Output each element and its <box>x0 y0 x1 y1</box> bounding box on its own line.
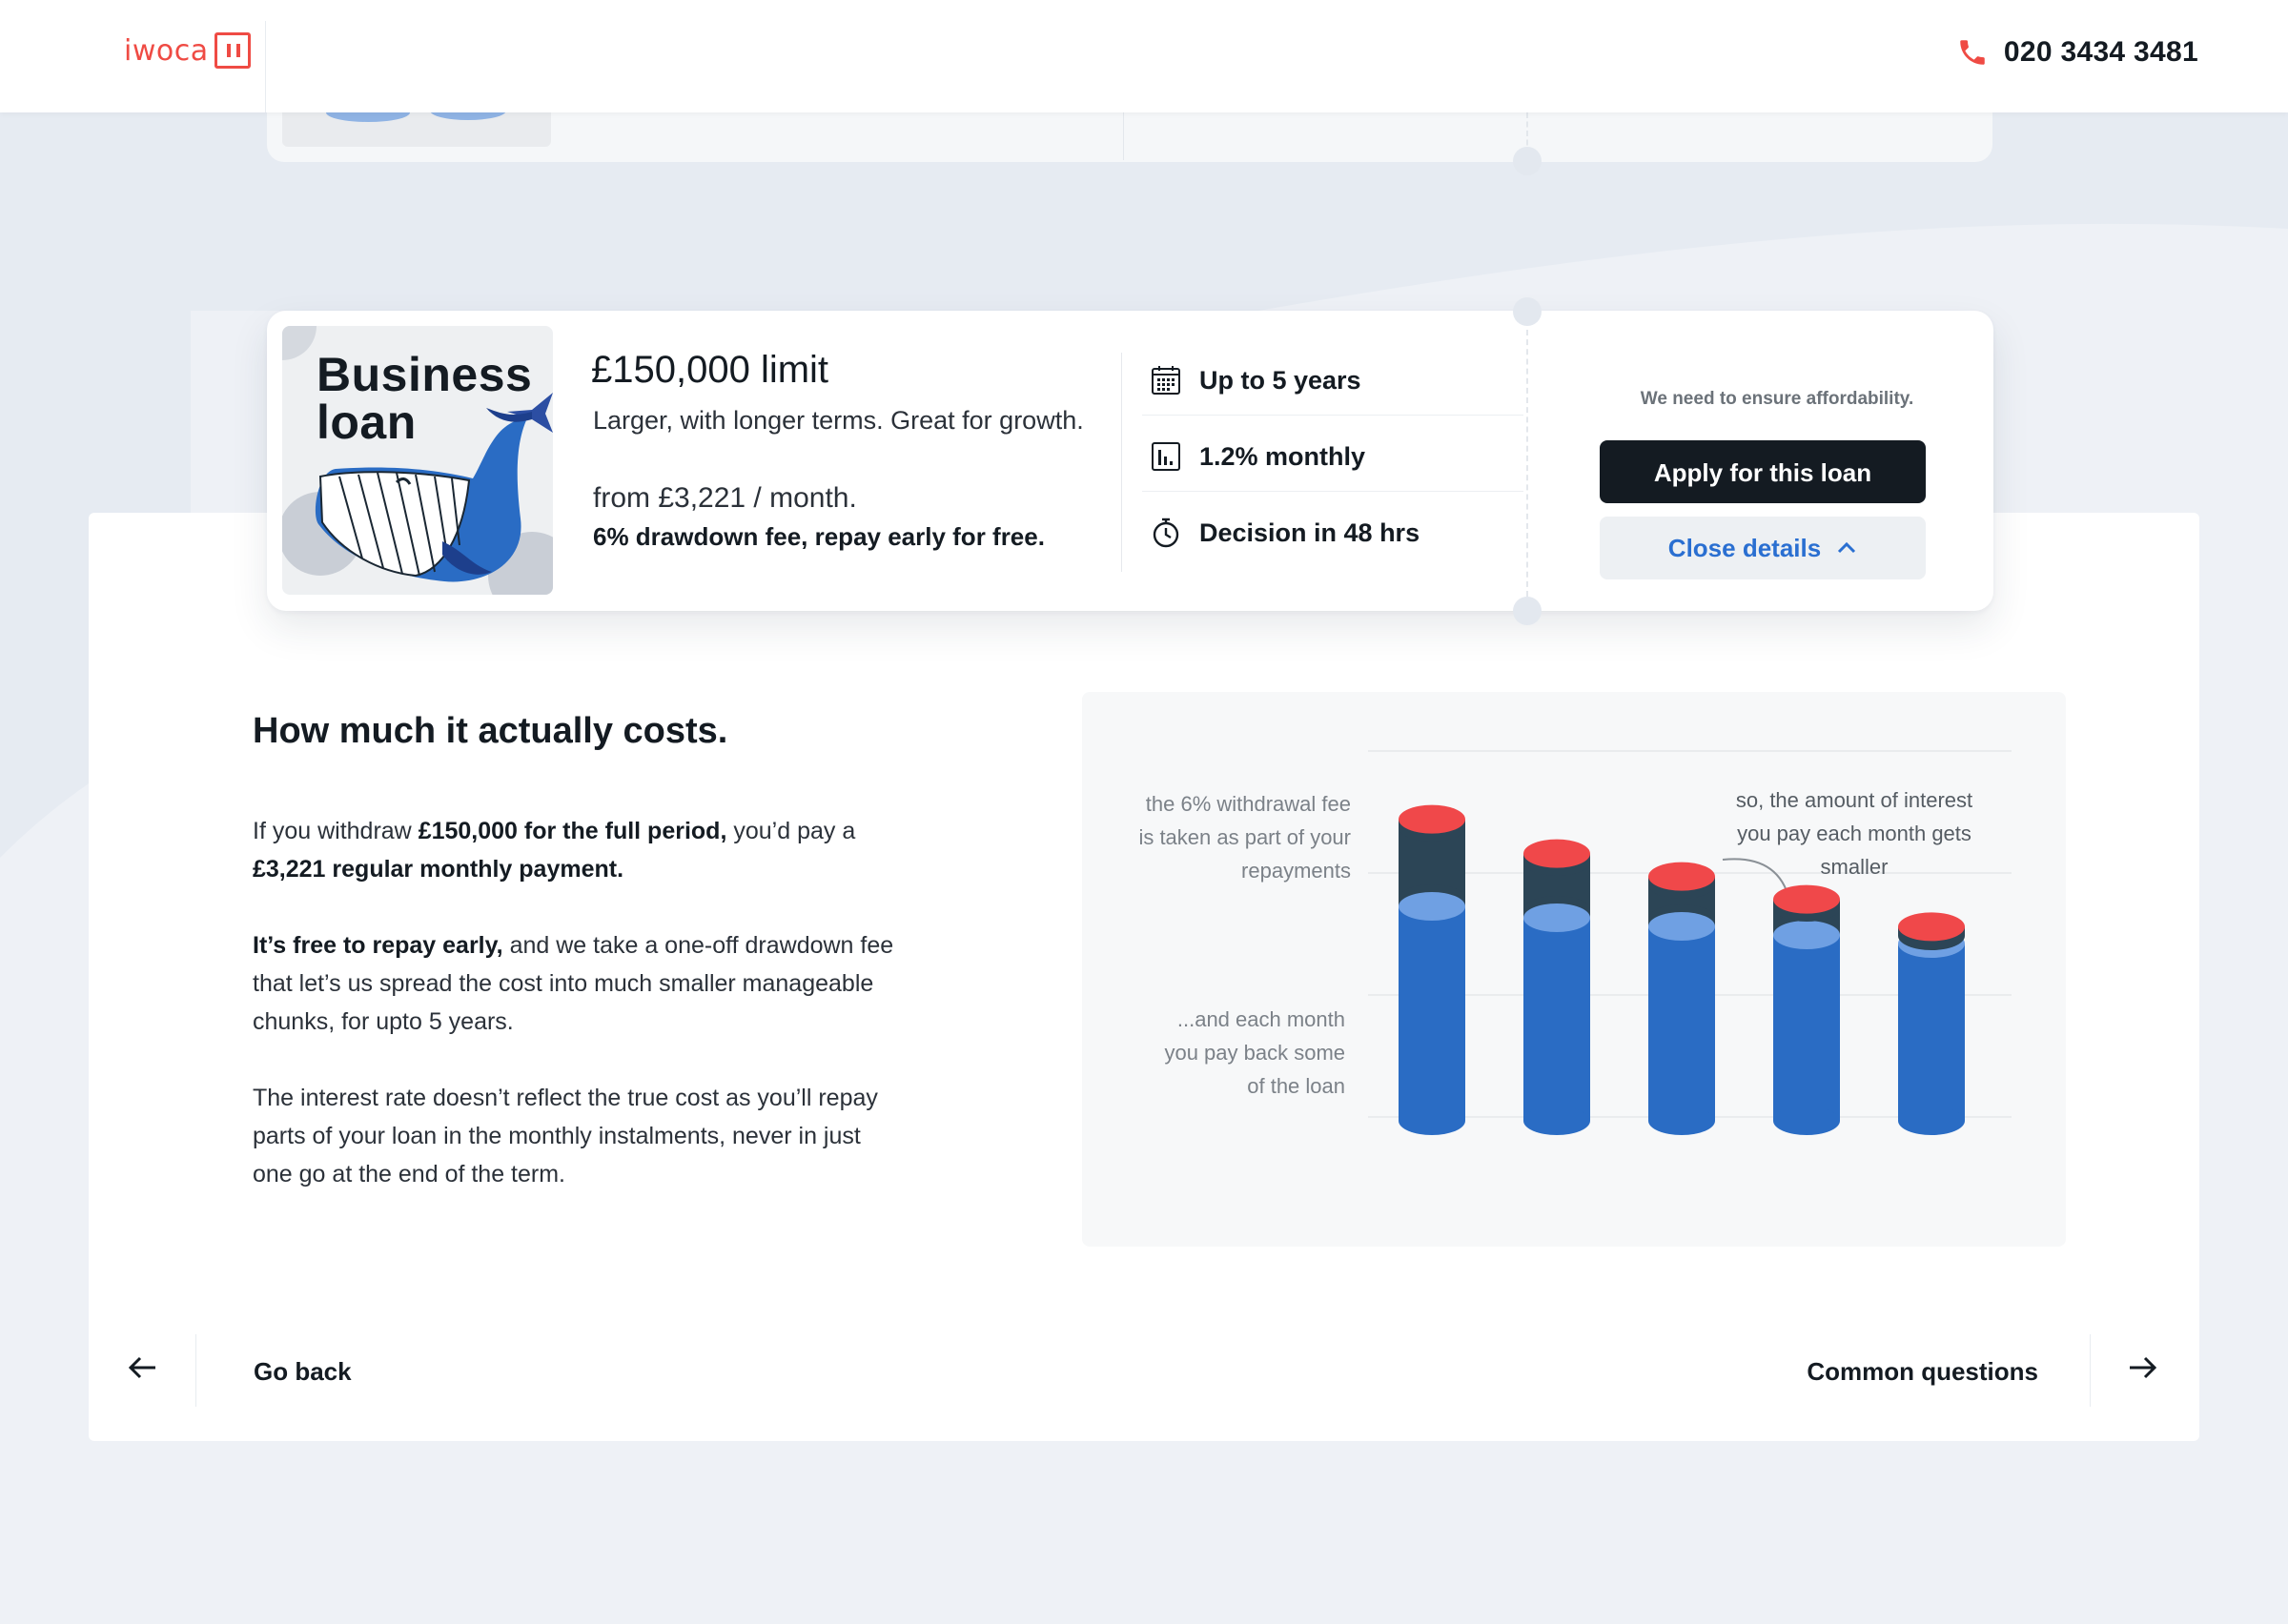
repayment-chart: the 6% withdrawal fee is taken as part of… <box>1082 692 2066 1247</box>
monthly-price: from £3,221 / month. <box>593 482 857 514</box>
principal-base <box>1898 1106 1965 1135</box>
ticket-notch <box>1513 147 1542 175</box>
principal-segment <box>1399 906 1465 1121</box>
go-back-nav[interactable]: Go back <box>89 1334 1042 1407</box>
note-principal: ...and each month you pay back some of the… <box>1164 1007 1345 1098</box>
interest-top <box>1523 839 1590 868</box>
common-questions-link[interactable]: Common questions <box>1807 1357 2038 1387</box>
iwoca-logo[interactable]: iwoca <box>124 32 251 69</box>
phone-number: 020 3434 3481 <box>2003 36 2198 68</box>
note-fee: the 6% withdrawal fee is taken as part of… <box>1138 792 1351 883</box>
phone-icon <box>1960 40 1985 65</box>
feature-term: Up to 5 years <box>1150 364 1361 396</box>
calendar-icon <box>1152 366 1180 395</box>
costs-heading: How much it actually costs. <box>253 711 728 751</box>
principal-segment <box>1773 935 1840 1121</box>
interest-top <box>1773 884 1840 914</box>
costs-paragraph-2: It’s free to repay early, and we take a … <box>253 932 894 1035</box>
chart-icon <box>1152 442 1180 471</box>
principal-base <box>1399 1106 1465 1135</box>
principal-base <box>1773 1106 1840 1135</box>
feature-rate: 1.2% monthly <box>1150 440 1365 473</box>
principal-base <box>1523 1106 1590 1135</box>
feature-decision: Decision in 48 hrs <box>1150 517 1420 549</box>
principal-segment <box>1648 926 1715 1121</box>
principal-base <box>1648 1106 1715 1135</box>
affordability-note: We need to ensure affordability. <box>1640 389 1914 409</box>
arrow-right-icon[interactable] <box>2126 1351 2158 1384</box>
principal-segment <box>1523 918 1590 1121</box>
principal-top <box>1399 892 1465 921</box>
phone-link[interactable]: 020 3434 3481 <box>1956 36 2198 69</box>
ticket-notch-top <box>1513 297 1542 326</box>
interest-top <box>1898 912 1965 942</box>
principal-top <box>1773 921 1840 949</box>
interest-top <box>1399 804 1465 834</box>
close-details-button[interactable]: Close details <box>1600 517 1926 579</box>
chart-bar-4 <box>1773 884 1840 1135</box>
product-title: Business loan <box>317 348 533 449</box>
principal-segment <box>1898 944 1965 1121</box>
chevron-up-icon <box>1838 541 1856 554</box>
note-interest: so, the amount of interest you pay each m… <box>1735 788 1973 879</box>
principal-top <box>1523 903 1590 932</box>
apply-for-loan-button[interactable]: Apply for this loan <box>1600 440 1926 503</box>
arrow-left-icon <box>128 1356 155 1379</box>
repayment-chart-svg <box>1368 750 2012 1135</box>
chart-bar-2 <box>1523 839 1590 1135</box>
chart-bar-1 <box>1399 804 1465 1135</box>
site-header: iwoca 020 3434 3481 <box>0 0 2288 112</box>
chart-bar-3 <box>1648 862 1715 1135</box>
logo-mark-icon <box>214 32 251 69</box>
fee-note: 6% drawdown fee, repay early for free. <box>593 522 1045 551</box>
go-back-link[interactable]: Go back <box>254 1357 352 1387</box>
loan-subtitle: Larger, with longer terms. Great for gro… <box>593 406 1084 435</box>
business-loan-illustration: Business loan <box>282 326 553 595</box>
stopwatch-icon <box>1153 518 1179 548</box>
chart-bar-5 <box>1898 912 1965 1135</box>
business-loan-card: Business loan £150,000 limit Larger, wit… <box>267 311 1993 611</box>
principal-top <box>1648 912 1715 941</box>
ticket-notch-bottom <box>1513 597 1542 625</box>
costs-paragraph-1: If you withdraw £150,000 for the full pe… <box>253 818 856 883</box>
costs-paragraph-3: The interest rate doesn’t reflect the tr… <box>253 1085 878 1188</box>
loan-limit: £150,000 limit <box>591 349 829 391</box>
